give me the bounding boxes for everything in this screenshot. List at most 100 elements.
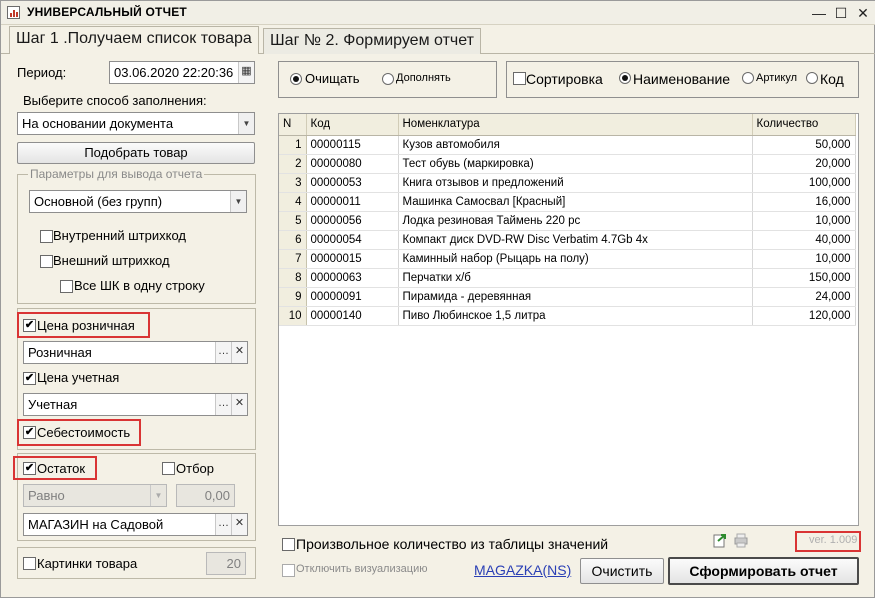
row-number-cell: 6 — [279, 230, 307, 250]
column-header-name[interactable]: Номенклатура — [398, 114, 753, 136]
quantity-cell: 150,000 — [752, 268, 856, 288]
clear-icon[interactable]: ✕ — [231, 514, 247, 535]
clear-icon[interactable]: ✕ — [231, 342, 247, 363]
row-number-cell: 10 — [279, 306, 307, 326]
select-icon[interactable]: … — [215, 394, 231, 415]
table-row[interactable]: 9 00000091 Пирамида - деревянная 24,000 — [279, 287, 856, 307]
clear-icon[interactable]: ✕ — [231, 394, 247, 415]
compare-select[interactable]: Равно ▼ — [23, 484, 167, 507]
chevron-down-icon[interactable]: ▼ — [230, 191, 246, 212]
magazka-link[interactable]: MAGAZKA(NS) — [474, 562, 571, 578]
tab-step-2[interactable]: Шаг № 2. Формируем отчет — [263, 28, 481, 54]
report-window: УНИВЕРСАЛЬНЫЙ ОТЧЕТ — ☐ ✕ Шаг 1 .Получае… — [0, 0, 875, 598]
export-icon[interactable] — [712, 532, 728, 548]
arbitrary-qty-label: Произвольное количество из таблицы значе… — [296, 536, 609, 552]
grouping-value: Основной (без групп) — [34, 194, 163, 209]
tab-step-1[interactable]: Шаг 1 .Получаем список товара — [9, 26, 259, 54]
goods-table-grid: N Код Номенклатура Количество 1 00000115 К… — [279, 114, 856, 326]
name-cell: Машинка Самосвал [Красный] — [398, 192, 753, 212]
table-row[interactable]: 3 00000053 Книга отзывов и предложений 100,… — [279, 173, 856, 193]
column-header-code[interactable]: Код — [306, 114, 399, 136]
by-name-radio[interactable] — [619, 72, 631, 84]
maximize-button[interactable]: ☐ — [831, 3, 851, 23]
arbitrary-qty-checkbox[interactable] — [282, 538, 295, 551]
compare-number-input[interactable]: 0,00 — [176, 484, 235, 507]
table-row[interactable]: 4 00000011 Машинка Самосвал [Красный] 16,00… — [279, 192, 856, 212]
account-price-label: Цена учетная — [37, 370, 120, 385]
quantity-cell: 40,000 — [752, 230, 856, 250]
by-article-label: Артикул — [756, 72, 798, 84]
close-button[interactable]: ✕ — [853, 3, 873, 23]
select-icon[interactable]: … — [215, 342, 231, 363]
warehouse-value: МАГАЗИН на Садовой — [28, 517, 164, 532]
sort-label: Сортировка — [526, 71, 603, 87]
title-bar: УНИВЕРСАЛЬНЫЙ ОТЧЕТ — ☐ ✕ — [1, 1, 875, 25]
retail-price-checkbox[interactable]: ✔ — [23, 319, 36, 332]
pick-goods-button[interactable]: Подобрать товар — [17, 142, 255, 164]
generate-report-button[interactable]: Сформировать отчет — [668, 557, 859, 585]
by-code-radio[interactable] — [806, 72, 818, 84]
quantity-cell: 100,000 — [752, 173, 856, 193]
stock-checkbox[interactable]: ✔ — [23, 462, 36, 475]
fill-method-select[interactable]: На основании документа ▼ — [17, 112, 255, 135]
table-body: 1 00000115 Кузов автомобиля 50,000 2 00000080… — [279, 135, 856, 326]
account-price-value: Учетная — [28, 397, 78, 412]
table-row[interactable]: 8 00000063 Перчатки х/б 150,000 — [279, 268, 856, 288]
grouping-select[interactable]: Основной (без групп) ▼ — [29, 190, 247, 213]
account-price-input[interactable]: Учетная … ✕ — [23, 393, 248, 416]
column-header-n[interactable]: N — [279, 114, 307, 136]
chevron-down-icon[interactable]: ▼ — [238, 113, 254, 134]
calendar-icon[interactable]: ▦ — [238, 62, 254, 83]
internal-barcode-checkbox[interactable] — [40, 230, 53, 243]
name-cell: Перчатки х/б — [398, 268, 753, 288]
clear-label: Очищать — [305, 71, 360, 86]
table-row[interactable]: 1 00000115 Кузов автомобиля 50,000 — [279, 135, 856, 155]
pictures-label: Картинки товара — [37, 556, 138, 571]
table-row[interactable]: 5 00000056 Лодка резиновая Таймень 220 pc 1… — [279, 211, 856, 231]
quantity-cell: 24,000 — [752, 287, 856, 307]
table-row[interactable]: 10 00000140 Пиво Любинское 1,5 литра 120,00… — [279, 306, 856, 326]
table-row[interactable]: 6 00000054 Компакт диск DVD-RW Disc Verbat… — [279, 230, 856, 250]
print-icon[interactable] — [733, 532, 749, 548]
name-cell: Компакт диск DVD-RW Disc Verbatim 4.7Gb … — [398, 230, 753, 250]
pictures-checkbox[interactable] — [23, 557, 36, 570]
row-number-cell: 7 — [279, 249, 307, 269]
disable-visualization-label: Отключить визуализацию — [296, 563, 428, 575]
name-cell: Лодка резиновая Таймень 220 pc — [398, 211, 753, 231]
warehouse-input[interactable]: МАГАЗИН на Садовой … ✕ — [23, 513, 248, 536]
external-barcode-checkbox[interactable] — [40, 255, 53, 268]
filter-checkbox[interactable] — [162, 462, 175, 475]
table-row[interactable]: 2 00000080 Тест обувь (маркировка) 20,000 — [279, 154, 856, 174]
account-price-checkbox[interactable]: ✔ — [23, 372, 36, 385]
quantity-cell: 10,000 — [752, 249, 856, 269]
goods-table[interactable]: N Код Номенклатура Количество 1 00000115 К… — [278, 113, 859, 526]
chevron-down-icon[interactable]: ▼ — [150, 485, 166, 506]
cost-checkbox[interactable]: ✔ — [23, 426, 36, 439]
sort-checkbox[interactable] — [513, 72, 526, 85]
row-number-cell: 8 — [279, 268, 307, 288]
all-barcodes-checkbox[interactable] — [60, 280, 73, 293]
period-input[interactable]: 03.06.2020 22:20:36 ▦ — [109, 61, 255, 84]
append-radio[interactable] — [382, 73, 394, 85]
clear-button[interactable]: Очистить — [580, 558, 664, 584]
name-cell: Кузов автомобиля — [398, 135, 753, 155]
table-row[interactable]: 7 00000015 Каминный набор (Рыцарь на полу)… — [279, 249, 856, 269]
minimize-button[interactable]: — — [809, 3, 829, 23]
row-number-cell: 2 — [279, 154, 307, 174]
external-barcode-label: Внешний штрихкод — [53, 253, 170, 268]
quantity-cell: 50,000 — [752, 135, 856, 155]
by-article-radio[interactable] — [742, 72, 754, 84]
disable-visualization-checkbox[interactable] — [282, 564, 295, 577]
column-header-quantity[interactable]: Количество — [752, 114, 856, 136]
code-cell: 00000053 — [306, 173, 399, 193]
row-number-cell: 1 — [279, 135, 307, 155]
cost-label: Себестоимость — [37, 425, 131, 440]
all-barcodes-label: Все ШК в одну строку — [74, 278, 205, 293]
code-cell: 00000054 — [306, 230, 399, 250]
period-label: Период: — [17, 65, 67, 80]
name-cell: Пирамида - деревянная — [398, 287, 753, 307]
pictures-count-input[interactable]: 20 — [206, 552, 246, 575]
select-icon[interactable]: … — [215, 514, 231, 535]
retail-price-input[interactable]: Розничная … ✕ — [23, 341, 248, 364]
clear-radio[interactable] — [290, 73, 302, 85]
